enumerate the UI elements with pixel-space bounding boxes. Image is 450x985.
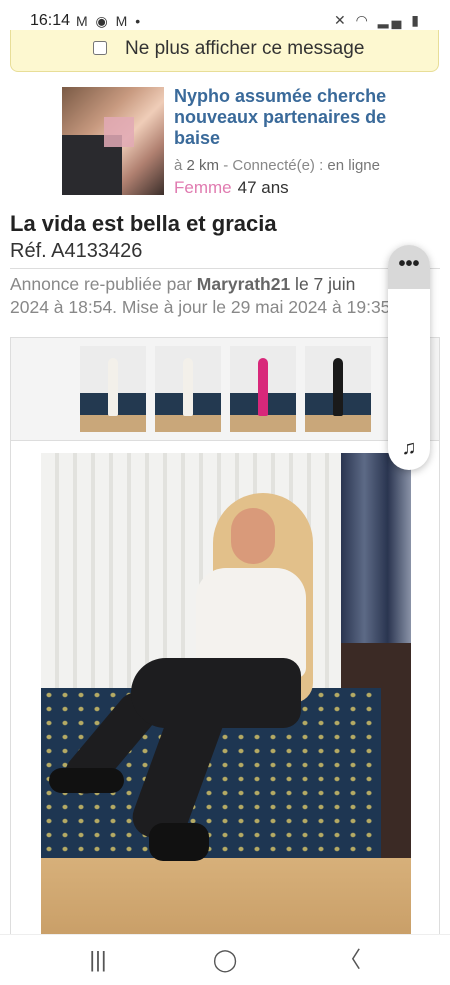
audio-icon[interactable]: ♫ — [394, 437, 424, 463]
photo-face — [231, 508, 275, 564]
photo-shoe — [49, 768, 124, 793]
author-link[interactable]: Maryrath21 — [197, 274, 290, 294]
ad-title: La vida est bella et gracia — [10, 211, 277, 236]
thumb-figure — [108, 358, 118, 416]
back-icon[interactable]: 〈 — [330, 945, 370, 975]
profile-title-link[interactable]: Nypho assumée cherche nouveaux partenair… — [174, 86, 414, 149]
thumbnail-strip — [11, 338, 439, 441]
divider — [10, 268, 440, 269]
profile-photo[interactable] — [62, 87, 164, 195]
thumb-figure — [258, 358, 268, 416]
photo-blur-mask — [104, 117, 134, 147]
more-options-icon[interactable]: ••• — [388, 245, 430, 289]
photo-gallery — [10, 337, 440, 958]
thumb-figure — [183, 358, 193, 416]
thumbnail-1[interactable] — [80, 346, 146, 432]
system-nav-bar: ||| ◯ 〈 — [0, 934, 450, 985]
recents-icon[interactable]: ||| — [78, 945, 118, 975]
system-icons: ✕ ◠ ▂▄ ▮ — [333, 12, 422, 28]
thumbnail-2[interactable] — [155, 346, 221, 432]
dont-show-again-label[interactable]: Ne plus afficher ce message — [125, 38, 364, 60]
meta-prefix: Annonce re-publiée par — [10, 274, 197, 294]
status-prefix: - Connecté(e) : — [219, 157, 328, 174]
meta-line2: 2024 à 18:54. Mise à jour le 29 mai 2024… — [10, 297, 396, 317]
ad-meta: Annonce re-publiée par Maryrath21 le 7 j… — [10, 273, 450, 319]
dont-show-again-checkbox[interactable] — [93, 41, 107, 55]
ad-reference: Réf. A4133426 — [10, 240, 143, 262]
thumbnail-3[interactable] — [230, 346, 296, 432]
profile-gender-age: Femme 47 ans — [174, 178, 289, 198]
notification-icons: M ◉ M • — [76, 13, 143, 29]
thumb-figure — [333, 358, 343, 416]
photo-lap — [131, 658, 301, 728]
online-status: en ligne — [327, 157, 380, 174]
floating-side-panel: ••• ♫ — [388, 245, 430, 470]
notice-banner: Ne plus afficher ce message — [10, 30, 439, 72]
main-photo[interactable] — [41, 453, 411, 958]
meta-suffix: le 7 juin — [290, 274, 356, 294]
clock: 16:14 — [30, 12, 71, 29]
home-icon[interactable]: ◯ — [205, 945, 245, 975]
photo-shoe — [149, 823, 209, 861]
age-label: 47 ans — [237, 178, 289, 197]
profile-meta: à 2 km - Connecté(e) : en ligne — [174, 157, 380, 174]
thumbnail-4[interactable] — [305, 346, 371, 432]
distance-prefix: à — [174, 157, 187, 174]
gender-label: Femme — [174, 178, 232, 197]
distance-value: 2 km — [186, 157, 220, 174]
